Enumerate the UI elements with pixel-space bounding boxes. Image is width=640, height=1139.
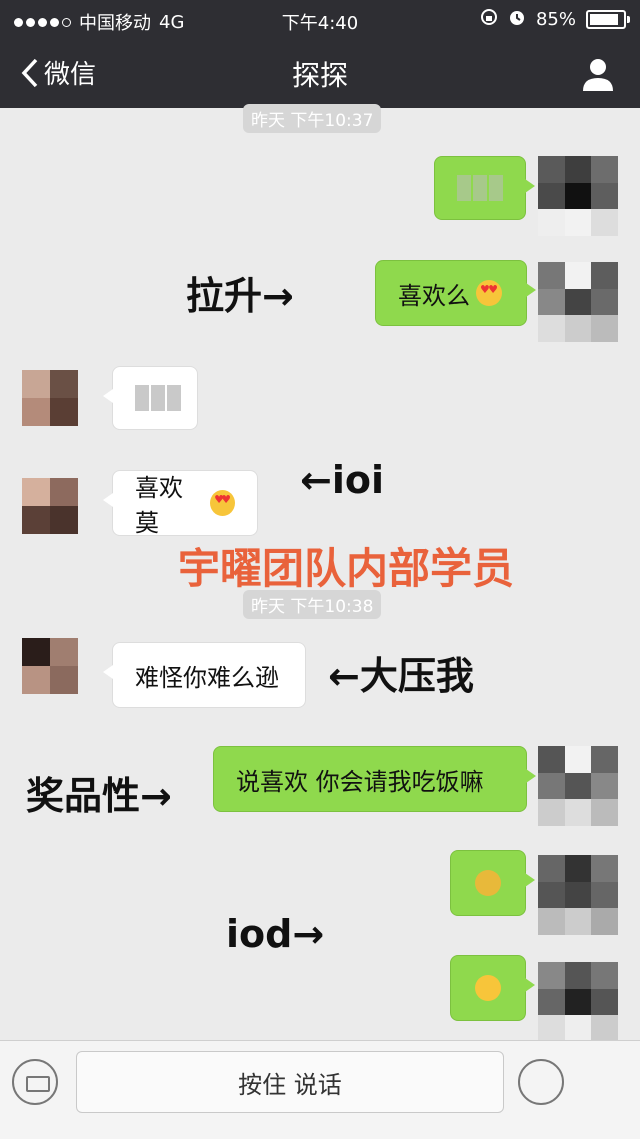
- lock-icon: [480, 8, 498, 31]
- heart-eyes-emoji-icon: [210, 490, 235, 516]
- blurred-content: [457, 175, 503, 201]
- message-bubble-received[interactable]: 喜欢莫: [103, 470, 258, 537]
- message-bubble-received[interactable]: 难怪你难么逊: [103, 642, 306, 708]
- blurred-content: [135, 385, 181, 411]
- timestamp: 昨天 下午10:37: [243, 104, 382, 133]
- winking-tongue-emoji-icon: [475, 975, 501, 1001]
- message-text: 喜欢莫: [135, 474, 183, 537]
- input-bar: 按住 说话: [0, 1040, 640, 1139]
- avatar[interactable]: [538, 262, 618, 342]
- annotation-label: ←ioi: [300, 458, 384, 502]
- message-text: 难怪你难么逊: [135, 663, 279, 692]
- message-bubble-sent[interactable]: [450, 850, 535, 916]
- annotation-label: 奖品性→: [26, 774, 172, 818]
- hiding-face-emoji-icon: [475, 870, 501, 896]
- avatar[interactable]: [538, 156, 618, 236]
- hold-to-talk-button[interactable]: 按住 说话: [76, 1051, 504, 1113]
- status-right: 85%: [480, 8, 630, 31]
- annotation-label: ←大压我: [328, 654, 474, 698]
- message-bubble-sent[interactable]: 喜欢么: [375, 260, 536, 326]
- chat-title: 探探: [291, 59, 348, 92]
- annotation-label: iod→: [226, 912, 325, 956]
- message-bubble-received[interactable]: [103, 366, 198, 430]
- avatar[interactable]: [22, 478, 78, 534]
- message-bubble-sent[interactable]: 说喜欢 你会请我吃饭嘛: [213, 746, 536, 812]
- nav-bar: 微信 探探: [0, 40, 640, 108]
- avatar[interactable]: [538, 746, 618, 826]
- status-bar: 中国移动 4G 下午4:40 85%: [0, 0, 640, 40]
- heart-eyes-emoji-icon: [476, 280, 502, 306]
- avatar[interactable]: [538, 962, 618, 1042]
- watermark-text: 宇曜团队内部学员: [178, 544, 515, 593]
- annotation-label: 拉升→: [186, 274, 294, 318]
- message-bubble-sent[interactable]: [434, 156, 535, 220]
- keyboard-icon[interactable]: [12, 1059, 58, 1105]
- avatar[interactable]: [22, 370, 78, 426]
- person-icon[interactable]: [578, 54, 618, 94]
- emoji-icon[interactable]: [518, 1059, 564, 1105]
- avatar[interactable]: [22, 638, 78, 694]
- battery-percent: 85%: [535, 9, 576, 30]
- message-text: 说喜欢 你会请我吃饭嘛: [236, 767, 484, 796]
- alarm-icon: [508, 8, 526, 31]
- message-bubble-sent[interactable]: [450, 955, 535, 1021]
- battery-icon: [586, 10, 630, 29]
- avatar[interactable]: [538, 855, 618, 935]
- message-text: 喜欢么: [398, 281, 470, 310]
